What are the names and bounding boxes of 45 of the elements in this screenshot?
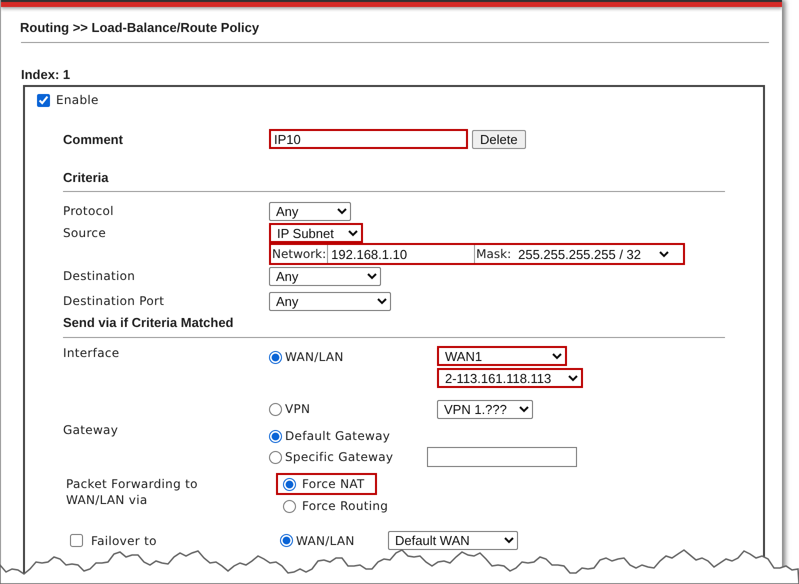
gateway-radio-label: Default Gateway xyxy=(285,429,390,443)
page-title: Routing >> Load-Balance/Route Policy xyxy=(20,20,260,35)
comment-label: Comment xyxy=(63,132,123,146)
failover-checkbox[interactable] xyxy=(70,534,83,547)
network-mask-group[interactable]: Network: 192.168.1.10 Mask: 255.255.255.255 / 32 xyxy=(269,243,685,265)
interface-radio-label: VPN xyxy=(285,402,310,416)
section-heading: Send via if Criteria Matched xyxy=(63,314,234,330)
forwarding-radio[interactable] xyxy=(283,478,296,490)
field-label: Packet Forwarding to WAN/LAN via xyxy=(66,476,199,508)
destination-select[interactable]: Any xyxy=(269,266,381,286)
gateway-radio[interactable] xyxy=(269,450,282,464)
source-select[interactable]: IP Subnet xyxy=(269,222,363,242)
gateway-field[interactable] xyxy=(427,447,577,467)
forwarding-radio-label: Force Routing xyxy=(302,499,388,513)
section-heading: Criteria xyxy=(63,170,109,184)
interface-select[interactable]: 2-113.161.118.113 xyxy=(437,368,583,388)
field-label: Destination xyxy=(63,269,136,283)
delete-button[interactable]: Delete xyxy=(472,130,526,148)
destination-port-select[interactable]: Any xyxy=(269,292,391,310)
enable-label: Enable xyxy=(56,93,99,107)
field-label: Source xyxy=(63,226,106,240)
field-label: Gateway xyxy=(63,423,118,437)
network-field[interactable]: 192.168.1.10 xyxy=(327,245,476,263)
gateway-radio-label: Specific Gateway xyxy=(285,450,394,464)
interface-select[interactable]: VPN 1.??? xyxy=(437,400,533,419)
forwarding-radio-label: Force NAT xyxy=(302,477,365,491)
interface-radio[interactable] xyxy=(269,402,282,416)
interface-radio[interactable] xyxy=(269,350,282,364)
interface-select[interactable]: WAN1 xyxy=(437,346,567,366)
comment-field[interactable]: IP10 xyxy=(269,129,468,149)
failover-radio-label: WAN/LAN xyxy=(296,534,355,548)
enable-checkbox[interactable] xyxy=(37,94,50,106)
index-label: Index: 1 xyxy=(21,67,70,82)
interface-radio-label: WAN/LAN xyxy=(285,350,344,364)
protocol-select[interactable]: Any xyxy=(269,202,351,220)
gateway-radio[interactable] xyxy=(269,430,282,442)
forwarding-radio[interactable] xyxy=(283,500,296,512)
field-label: Interface xyxy=(63,346,120,360)
field-label: Destination Port xyxy=(63,294,164,308)
failover-radio[interactable] xyxy=(280,534,293,547)
network-label: Network: xyxy=(271,247,328,261)
failover-label: Failover to xyxy=(91,534,157,548)
failover-select[interactable]: Default WAN xyxy=(388,531,518,550)
field-label: Protocol xyxy=(63,204,114,218)
mask-label: Mask: xyxy=(475,247,512,261)
